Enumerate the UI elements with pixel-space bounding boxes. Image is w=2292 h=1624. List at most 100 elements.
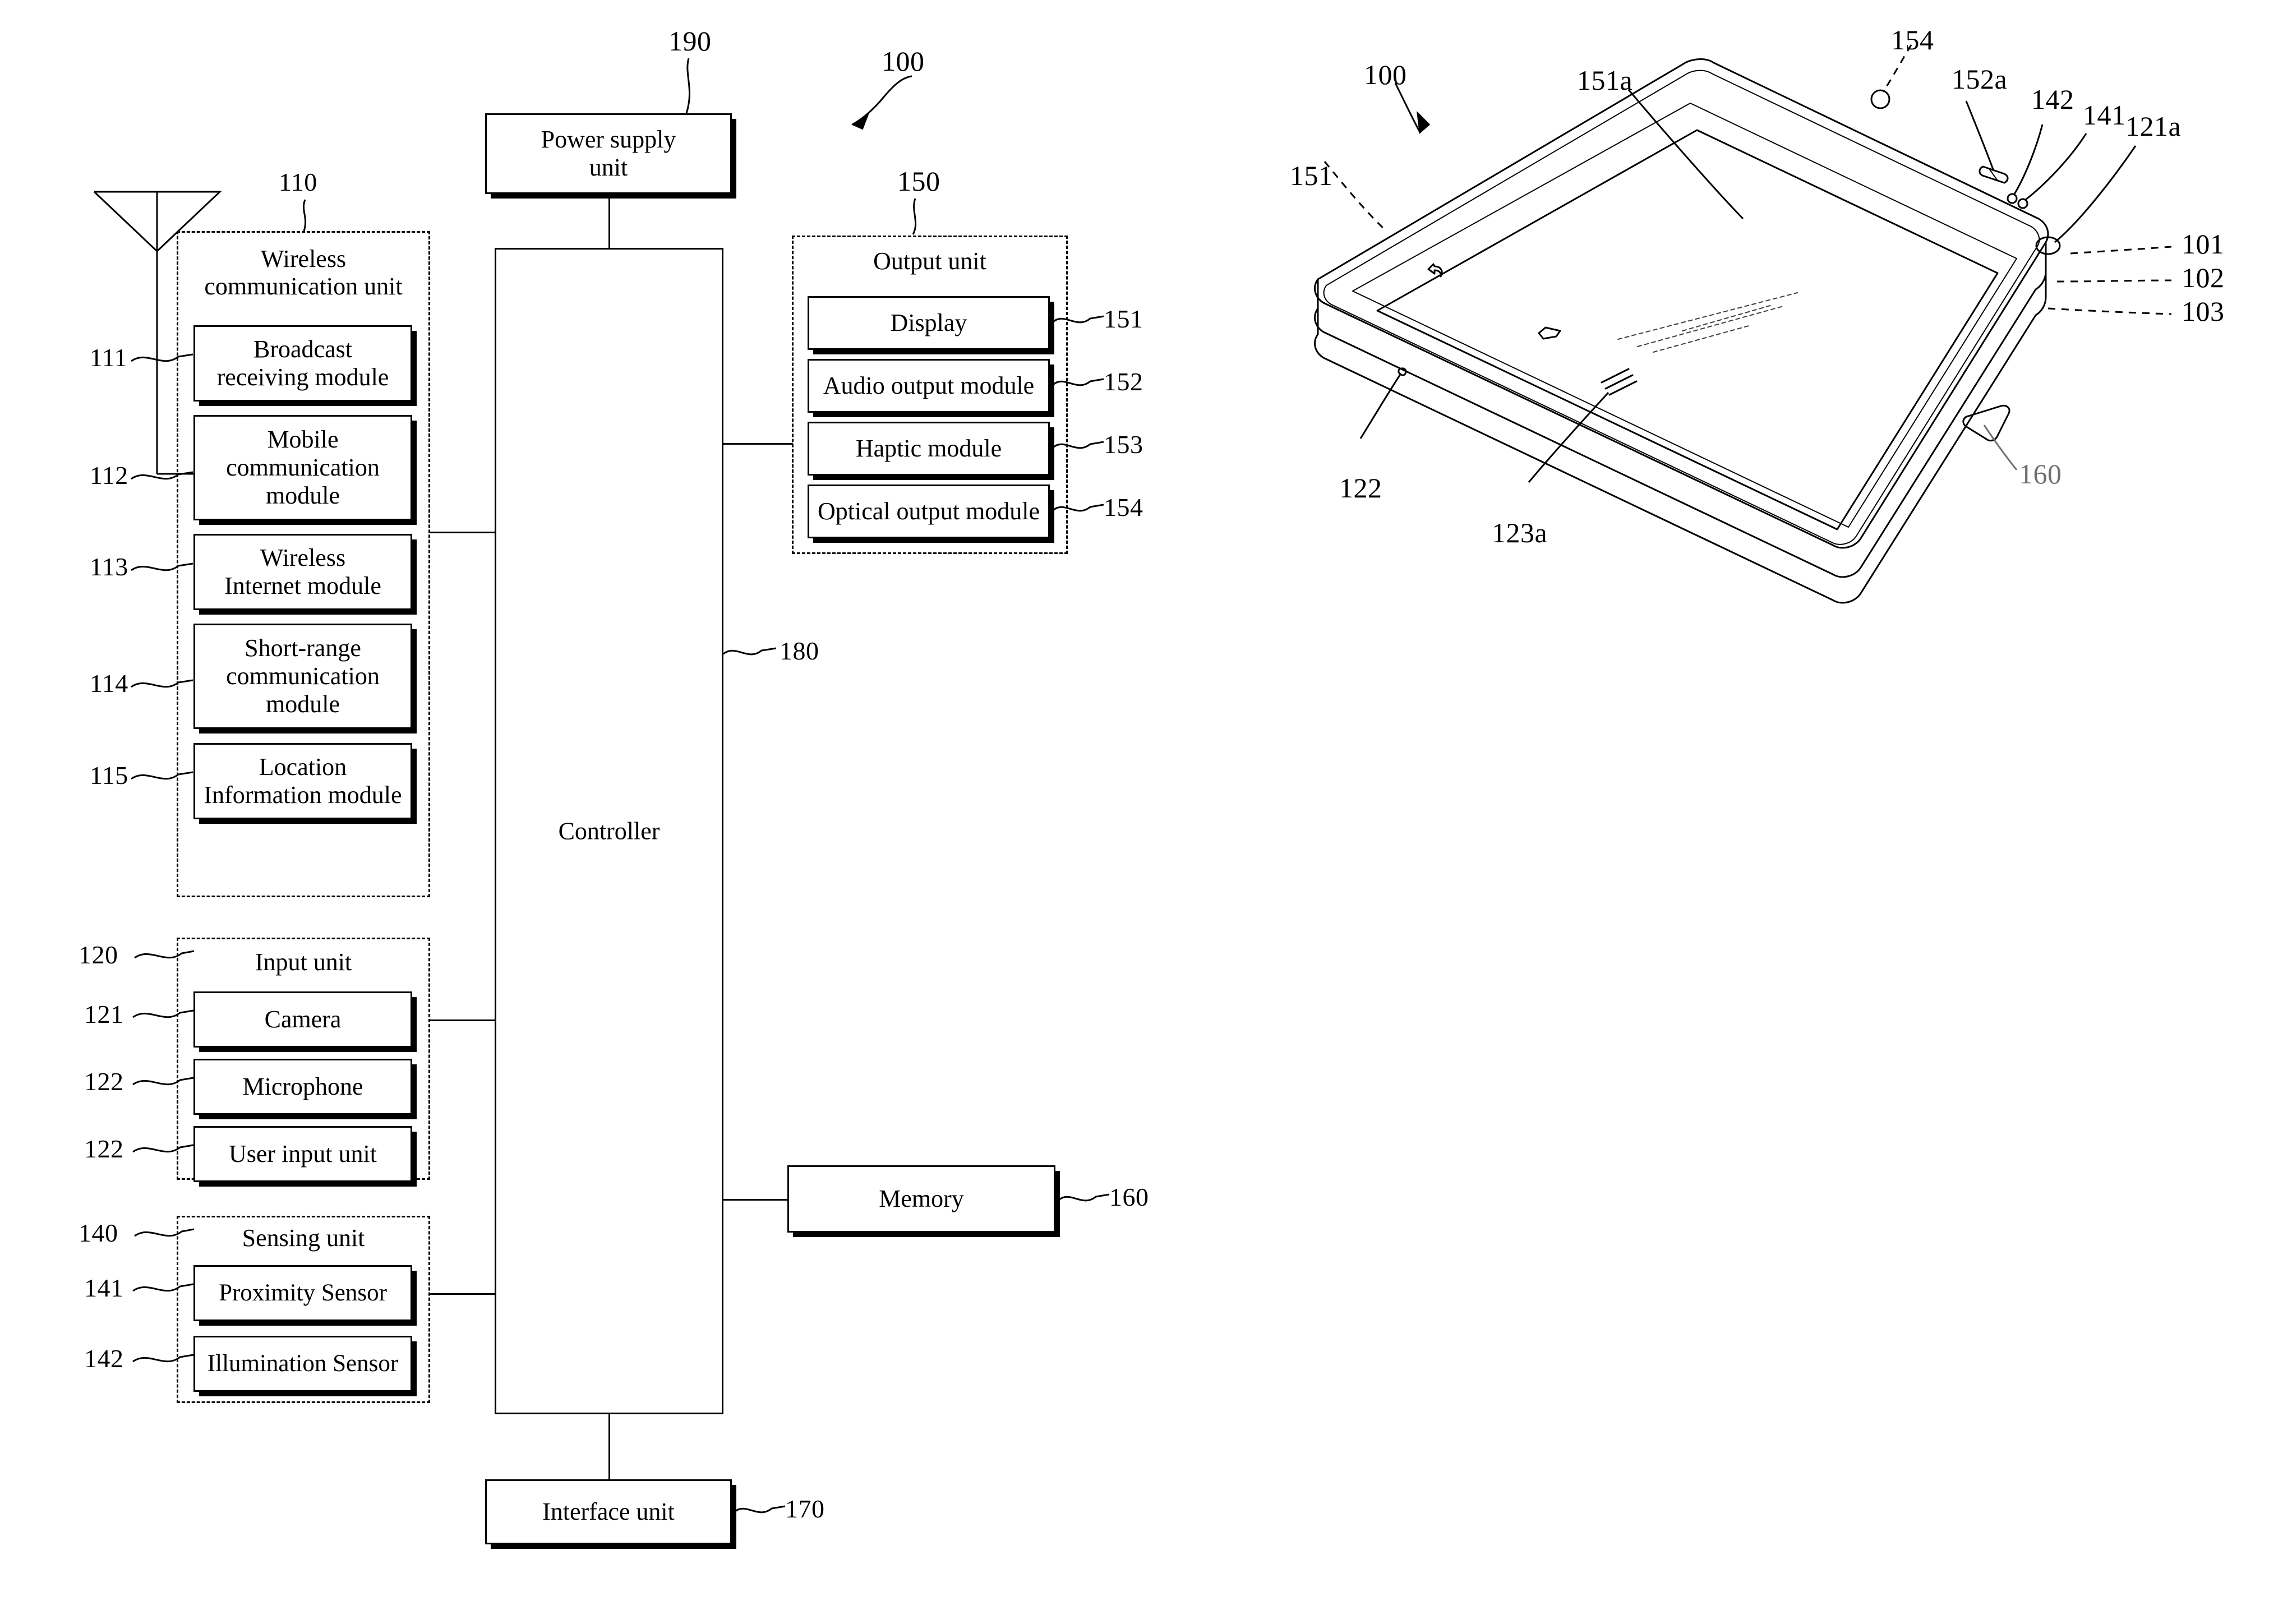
broadcast-receiving-module-box[interactable]: Broadcast receiving module — [193, 325, 412, 402]
ref-121: 121 — [84, 1000, 124, 1028]
wireless-internet-module-box[interactable]: Wireless Internet module — [193, 534, 412, 610]
ref-141-phone: 141 — [2083, 99, 2126, 131]
input-unit-title: Input unit — [255, 948, 352, 976]
ref-151a-phone: 151a — [1577, 64, 1633, 96]
optical-output-module-box[interactable]: Optical output module — [808, 485, 1050, 538]
leader-154-diagram — [1052, 504, 1104, 512]
ref-141: 141 — [84, 1274, 124, 1302]
controller-to-memory-line — [723, 1199, 788, 1201]
ref-111: 111 — [90, 343, 128, 372]
leader-153 — [1052, 441, 1104, 449]
leader-115 — [131, 771, 193, 780]
front-case-outline — [1314, 58, 2049, 549]
optical-output-window — [1870, 89, 1890, 109]
ref-121a-phone: 121a — [2125, 110, 2182, 142]
mobile-communication-module-box[interactable]: Mobile communication module — [193, 415, 412, 520]
leader-142-phone — [2013, 124, 2044, 195]
patent-figure: Wireless communication unit 110 Broadcas… — [0, 0, 2292, 1624]
illumination-sensor-box[interactable]: Illumination Sensor — [193, 1336, 412, 1392]
interface-unit-box[interactable]: Interface unit — [485, 1479, 732, 1544]
leader-112 — [131, 471, 193, 480]
user-input-unit-box[interactable]: User input unit — [193, 1126, 412, 1182]
leader-152a — [1965, 100, 1994, 170]
leader-151-phone — [1323, 161, 1386, 231]
controller-to-interface-line — [608, 1414, 610, 1479]
ref-151-phone: 151 — [1290, 160, 1333, 191]
ref-122-phone: 122 — [1339, 472, 1382, 504]
camera-box[interactable]: Camera — [193, 991, 412, 1048]
ref-114: 114 — [90, 669, 128, 698]
ref-113: 113 — [90, 552, 128, 581]
leader-122-phone — [1359, 373, 1402, 439]
short-range-communication-module-box[interactable]: Short-range communication module — [193, 624, 412, 729]
leader-190 — [685, 58, 690, 114]
side-key — [1962, 404, 2010, 442]
ref-160-phone: 160 — [2019, 458, 2062, 490]
ref-190: 190 — [668, 25, 712, 57]
leader-100-phone — [1394, 82, 1421, 133]
controller-to-output-line — [723, 443, 793, 445]
haptic-module-box[interactable]: Haptic module — [808, 422, 1050, 476]
leader-113 — [131, 562, 193, 571]
ref-154-phone: 154 — [1891, 24, 1934, 56]
rear-case-outline — [1314, 270, 2047, 604]
ref-142: 142 — [84, 1344, 124, 1373]
location-information-module-box[interactable]: Location Information module — [193, 743, 412, 819]
ref-103-phone: 103 — [2182, 296, 2225, 327]
controller-label: Controller — [558, 817, 660, 845]
audio-output-module-box[interactable]: Audio output module — [808, 359, 1050, 413]
wireless-to-controller-line — [430, 532, 495, 533]
ref-142-phone: 142 — [2031, 84, 2074, 115]
arrow-100-diagram — [851, 75, 912, 130]
screen-scratch-marks — [1617, 292, 1798, 353]
sensing-to-controller-line — [430, 1293, 495, 1295]
leader-120 — [134, 950, 195, 959]
ref-122-user-input: 122 — [84, 1134, 124, 1163]
ref-122-microphone: 122 — [84, 1067, 124, 1096]
output-unit-title: Output unit — [873, 247, 986, 275]
leader-121 — [132, 1009, 194, 1018]
ref-115: 115 — [90, 761, 128, 790]
arrowhead-100-phone — [1417, 110, 1431, 135]
input-to-controller-line — [430, 1019, 495, 1021]
leader-152-diagram — [1052, 378, 1104, 386]
microphone-box[interactable]: Microphone — [193, 1059, 412, 1115]
leader-170 — [734, 1505, 786, 1514]
leader-111 — [131, 353, 193, 362]
leader-150 — [912, 198, 917, 235]
proximity-sensor-box[interactable]: Proximity Sensor — [193, 1265, 412, 1321]
ref-152a-phone: 152a — [1952, 63, 2008, 95]
leader-110 — [302, 199, 307, 232]
controller-box[interactable]: Controller — [495, 248, 723, 1414]
proximity-sensor-hole — [2017, 198, 2028, 209]
memory-box[interactable]: Memory — [787, 1165, 1055, 1233]
leader-122-microphone — [132, 1077, 194, 1086]
leader-160-diagram — [1058, 1193, 1110, 1202]
leader-141-phone — [2025, 133, 2087, 201]
leader-102 — [2056, 279, 2172, 283]
wireless-communication-unit-title: Wireless communication unit — [204, 245, 403, 301]
power-supply-unit-box[interactable]: Power supply unit — [485, 113, 732, 194]
ref-110: 110 — [279, 168, 317, 196]
illumination-sensor-hole — [2007, 193, 2018, 204]
recents-key-icon — [1601, 368, 1638, 396]
ref-100-phone: 100 — [1364, 59, 1407, 90]
front-camera-lens — [2035, 236, 2061, 255]
ref-123a-phone: 123a — [1492, 517, 1548, 548]
display-glass-border — [1352, 103, 2017, 528]
leader-103 — [2047, 307, 2172, 315]
leader-180 — [723, 647, 777, 656]
leader-122-user-input — [132, 1144, 194, 1153]
leader-140 — [134, 1228, 195, 1237]
leader-142 — [132, 1354, 194, 1363]
home-key-icon — [1538, 326, 1561, 340]
leader-151-diagram — [1052, 315, 1104, 324]
display-box[interactable]: Display — [808, 296, 1050, 350]
ref-150: 150 — [897, 165, 940, 197]
ref-120: 120 — [79, 940, 118, 969]
ref-112: 112 — [90, 461, 128, 490]
leader-141 — [132, 1283, 194, 1292]
sensing-unit-title: Sensing unit — [242, 1224, 365, 1252]
ref-140: 140 — [79, 1219, 118, 1247]
power-to-controller-line — [608, 194, 610, 248]
